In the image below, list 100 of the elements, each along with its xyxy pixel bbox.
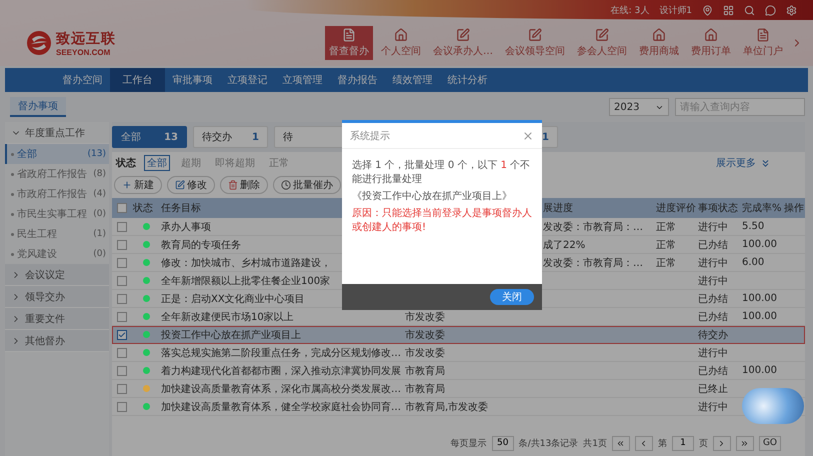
search-icon[interactable] [744,4,755,16]
menu-item[interactable]: 立项登记 [220,68,275,92]
nav-item[interactable]: 个人空间 [377,26,425,60]
column-header: 任务目标 [160,202,202,215]
menu-item[interactable]: 督办空间 [55,68,110,92]
double-chevron-icon[interactable] [760,158,771,168]
table-cell: 100.00 [741,239,778,250]
menu-item[interactable]: 审批事项 [165,68,220,92]
table-cell-text: 进行中 [697,346,729,360]
year-select[interactable]: 2023 [609,98,669,116]
menu-item[interactable]: 工作台 [110,68,165,92]
row-checkbox[interactable] [117,258,127,268]
filter-tab[interactable]: 待交办 1 [193,126,268,148]
toolbar-button[interactable]: 修改 [167,176,215,194]
sidebar-group[interactable]: 重要文件 [5,308,109,330]
sidebar-group[interactable]: 领导交办 [5,286,109,308]
table-row[interactable]: 加快建设高质量教育体系，健全学校家庭社会协同育… 市教育局,市发改委 进行中 [112,398,805,416]
next-page-button[interactable] [712,436,731,450]
nav-item[interactable]: 会议承办人… [429,26,497,60]
search-field[interactable]: 请输入查询内容 [675,98,805,116]
table-row[interactable]: 着力构建现代化首都都市圈，深入推动京津冀协同发展 市教育局 已办结 100.00 [112,362,805,380]
menu-item[interactable]: 统计分析 [440,68,495,92]
table-cell-text: 进行中 [697,256,729,270]
go-button[interactable]: GO [758,436,781,450]
dialog-message: 选择 1 个，批量处理 0 个，以下 1 个不能进行批量处理 [352,159,532,187]
trash-icon [228,180,238,190]
row-checkbox[interactable] [117,366,127,376]
nav-icon [652,28,666,42]
page-number-field[interactable]: 1 [672,436,694,450]
nav-item[interactable]: 费用商城 [635,26,683,60]
column-header: 进度评价 [655,202,697,215]
nav-item[interactable]: 督查督办 [325,26,373,60]
prev-page-button[interactable] [634,436,653,450]
filter-label: 状态 [116,156,136,170]
apps-icon[interactable] [723,4,734,16]
nav-item[interactable]: 单位门户 [739,26,787,60]
sidebar-item[interactable]: 省政府工作报告 (8) [5,164,109,184]
table-cell-text: 已终止 [697,382,729,396]
sidebar-item-label: 市政府工作报告 [17,188,88,201]
table-cell: 5.50 [741,221,766,232]
sidebar-group[interactable]: 其他督办 [5,330,109,352]
toolbar-button[interactable]: 批量催办 [273,176,341,194]
location-icon[interactable] [702,4,713,16]
table-row[interactable]: 投资工作中心放在抓产业项目上 市发改委 待交办 [112,326,805,344]
close-button[interactable]: 关闭 [490,289,534,305]
row-checkbox[interactable] [117,330,127,340]
menu-item[interactable]: 绩效管理 [385,68,440,92]
status-option[interactable]: 即将超期 [212,155,258,171]
row-checkbox[interactable] [117,240,127,250]
table-row[interactable]: 加快建设高质量教育体系，深化市属高校分类发展改… 市教育局 已终止 [112,380,805,398]
select-all-checkbox[interactable] [117,203,127,213]
sidebar-item[interactable]: 全部 (13) [5,144,109,164]
nav-item[interactable]: 参会人空间 [573,26,631,60]
sidebar-item-count: (8) [93,169,106,179]
table-cell-text: 正常 [655,238,677,252]
sidebar-item[interactable]: 市民生实事工程 (0) [5,204,109,224]
settings-icon[interactable] [786,4,797,16]
menu-item[interactable]: 督办报告 [330,68,385,92]
row-checkbox[interactable] [117,276,127,286]
bullet-dot [11,252,14,256]
sidebar-item[interactable]: 民生工程 (1) [5,224,109,244]
nav-item[interactable]: 费用订单 [687,26,735,60]
row-checkbox[interactable] [117,348,127,358]
status-option[interactable]: 全部 [144,155,170,171]
last-page-button[interactable] [736,436,754,450]
table-cell-text: 已办结 [697,238,729,252]
table-cell-text: 市教育局 [404,382,446,396]
user-name[interactable]: 设计师1 [659,4,692,16]
menu-item[interactable]: 立项管理 [275,68,330,92]
sidebar-group[interactable]: 会议议定 [5,264,109,286]
toolbar-button[interactable]: 删除 [220,176,268,194]
bullet-dot [11,152,14,156]
row-checkbox[interactable] [117,294,127,304]
table-cell-text: 投资工作中心放在抓产业项目上 [160,328,302,342]
status-option[interactable]: 超期 [178,155,204,171]
nav-item[interactable]: 会议领导空间 [501,26,569,60]
row-checkbox[interactable] [117,384,127,394]
show-more-link[interactable]: 展示更多 [716,156,756,170]
row-checkbox[interactable] [117,312,127,322]
page-tab[interactable]: 督办事项 [10,97,66,117]
close-icon[interactable] [522,130,534,142]
sidebar-item-label: 省政府工作报告 [17,168,88,181]
sidebar-item-count: (0) [93,249,106,259]
bullet-dot [11,172,14,176]
first-page-button[interactable] [612,436,630,450]
filter-tab[interactable]: 全部 13 [112,126,187,148]
table-cell: 100.00 [741,293,778,304]
dialog-item-title: 《投资工作中心放在抓产业项目上》 [352,190,513,204]
table-cell-text: 进行中 [697,400,729,414]
chat-icon[interactable] [765,4,776,16]
status-option[interactable]: 正常 [266,155,292,171]
logo-subtitle: SEEYON.COM [56,48,112,56]
row-checkbox[interactable] [117,222,127,232]
nav-icon [704,28,718,42]
row-checkbox[interactable] [117,402,127,412]
toolbar-button[interactable]: 新建 [114,176,162,194]
column-header: 状态 [132,202,154,215]
sidebar-item[interactable]: 党风建设 (0) [5,244,109,264]
sidebar-item[interactable]: 市政府工作报告 (4) [5,184,109,204]
page-size-field[interactable]: 50 [492,436,514,450]
